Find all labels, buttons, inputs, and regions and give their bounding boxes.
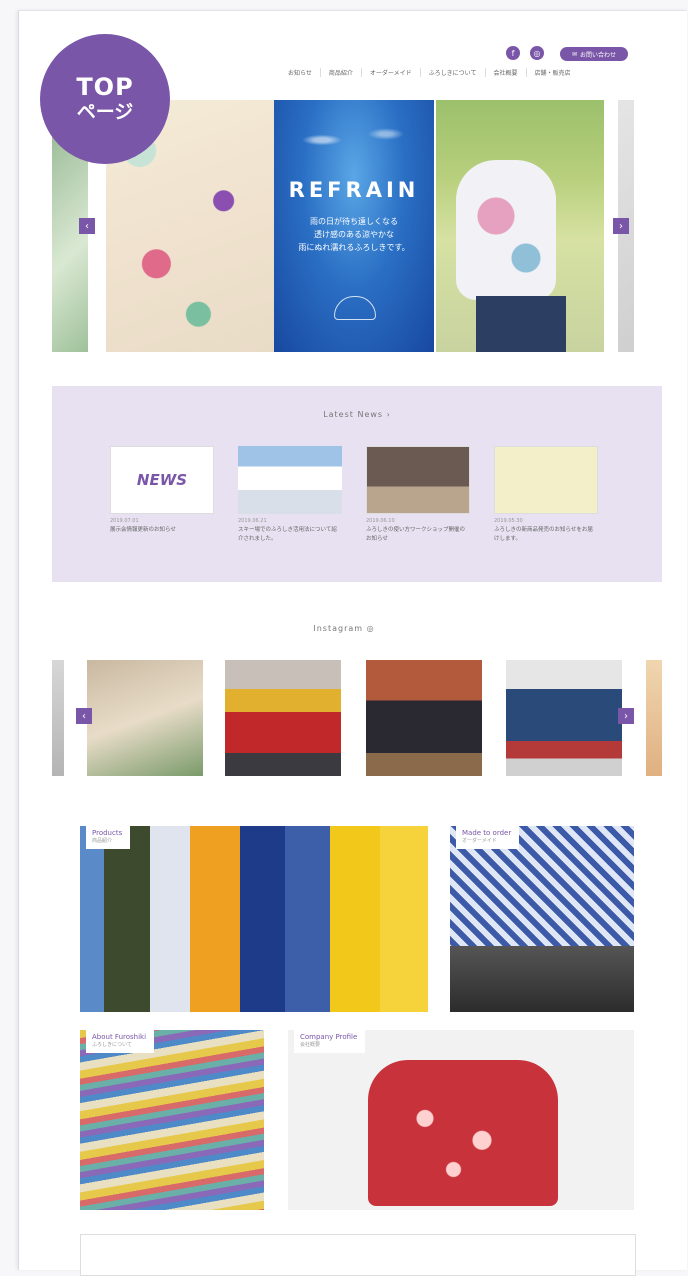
contact-button[interactable]: ✉ お問い合わせ: [560, 47, 628, 61]
top-page-badge: TOP ページ: [40, 34, 170, 164]
category-label: Made to order オーダーメイド: [456, 826, 520, 849]
instagram-title[interactable]: Instagram ◎: [0, 624, 688, 633]
hero-next-arrow-icon[interactable]: ›: [613, 218, 629, 234]
instagram-photo[interactable]: [87, 660, 203, 776]
news-item[interactable]: 2019.06.21 スキー場でのふろしき活用法について紹介されました。: [238, 446, 342, 544]
news-date: 2019.06.21: [238, 518, 267, 524]
hero-slide-bag[interactable]: [436, 100, 604, 352]
category-label: Company Profile 会社概要: [294, 1030, 366, 1053]
news-date: 2019.07.01: [110, 518, 139, 524]
contact-label: お問い合わせ: [580, 51, 617, 59]
instagram-photo[interactable]: [366, 660, 482, 776]
badge-line-2: ページ: [76, 100, 134, 123]
instagram-photo[interactable]: [506, 660, 622, 776]
news-thumbnail: [366, 446, 470, 514]
facebook-icon[interactable]: f: [506, 46, 520, 60]
news-thumbnail: [494, 446, 598, 514]
news-text: ふろしきの新商品発売のお知らせをお届けします。: [494, 527, 593, 542]
news-thumbnail: [238, 446, 342, 514]
nav-item-company[interactable]: 会社概要: [486, 68, 527, 77]
instagram-photo-edge: [646, 660, 662, 776]
category-company-profile[interactable]: Company Profile 会社概要: [288, 1030, 634, 1210]
instagram-carousel[interactable]: [52, 660, 662, 776]
instagram-photo-edge: [52, 660, 64, 776]
nav-item-shops[interactable]: 店舗・販売店: [527, 68, 579, 77]
nav-item-news[interactable]: お知らせ: [280, 68, 321, 77]
nav-item-order[interactable]: オーダーメイド: [362, 68, 421, 77]
wrapped-gift-image: [368, 1060, 558, 1206]
latest-news-title[interactable]: Latest News ›: [52, 410, 662, 419]
refrain-logo-mark: [334, 296, 376, 320]
category-title: Company Profile: [300, 1033, 358, 1041]
latest-news-section: Latest News › NEWS 2019.07.01 展示会情報更新のお知…: [52, 386, 662, 582]
news-item[interactable]: 2019.05.30 ふろしきの新商品発売のお知らせをお届けします。: [494, 446, 598, 544]
category-subtitle: ふろしきについて: [92, 1042, 132, 1049]
nav-item-products[interactable]: 商品紹介: [321, 68, 362, 77]
category-subtitle: オーダーメイド: [462, 838, 497, 845]
category-subtitle: 商品紹介: [92, 838, 113, 845]
refrain-copy-line: 透け感のある涼やかな: [314, 230, 394, 240]
category-title: Made to order: [462, 829, 512, 837]
printing-machine-image: [450, 946, 634, 1012]
news-text: 展示会情報更新のお知らせ: [110, 527, 176, 533]
water-splash-image: [274, 110, 434, 170]
instagram-next-arrow-icon[interactable]: ›: [618, 708, 634, 724]
nav-item-about[interactable]: ふろしきについて: [421, 68, 486, 77]
news-text: スキー場でのふろしき活用法について紹介されました。: [238, 527, 337, 542]
hero-prev-arrow-icon[interactable]: ‹: [79, 218, 95, 234]
mail-icon: ✉: [571, 50, 577, 58]
news-date: 2019.05.30: [494, 518, 523, 524]
refrain-copy: 雨の日が待ち遠しくなる 透け感のある涼やかな 雨にぬれ濡れるふろしきです。: [284, 215, 424, 255]
category-label: Products 商品紹介: [86, 826, 131, 849]
badge-line-1: TOP: [76, 73, 134, 102]
bag-image: [456, 160, 556, 300]
news-text: ふろしきの使い方ワークショップ開催のお知らせ: [366, 527, 466, 542]
news-thumbnail: NEWS: [110, 446, 214, 514]
category-subtitle: 会社概要: [300, 1042, 321, 1049]
category-made-to-order[interactable]: Made to order オーダーメイド: [450, 826, 634, 1012]
category-title: Products: [92, 829, 123, 837]
instagram-icon[interactable]: ◎: [530, 46, 544, 60]
jeans-image: [476, 296, 566, 352]
footer-box: [80, 1234, 636, 1276]
news-item[interactable]: NEWS 2019.07.01 展示会情報更新のお知らせ: [110, 446, 214, 535]
instagram-prev-arrow-icon[interactable]: ‹: [76, 708, 92, 724]
refrain-title: REFRAIN: [288, 178, 420, 202]
category-about-furoshiki[interactable]: About Furoshiki ふろしきについて: [80, 1030, 264, 1210]
category-title: About Furoshiki: [92, 1033, 147, 1041]
news-item[interactable]: 2019.06.10 ふろしきの使い方ワークショップ開催のお知らせ: [366, 446, 470, 544]
social-links: f ◎: [506, 46, 544, 60]
hero-slide-refrain[interactable]: REFRAIN 雨の日が待ち遠しくなる 透け感のある涼やかな 雨にぬれ濡れるふろ…: [274, 100, 434, 352]
instagram-photo[interactable]: [225, 660, 341, 776]
refrain-copy-line: 雨の日が待ち遠しくなる: [310, 217, 398, 226]
global-nav: お知らせ 商品紹介 オーダーメイド ふろしきについて 会社概要 店舗・販売店: [280, 68, 579, 77]
news-date: 2019.06.10: [366, 518, 395, 524]
category-products[interactable]: Products 商品紹介: [80, 826, 428, 1012]
refrain-copy-line: 雨にぬれ濡れるふろしきです。: [298, 243, 410, 253]
category-label: About Furoshiki ふろしきについて: [86, 1030, 155, 1053]
